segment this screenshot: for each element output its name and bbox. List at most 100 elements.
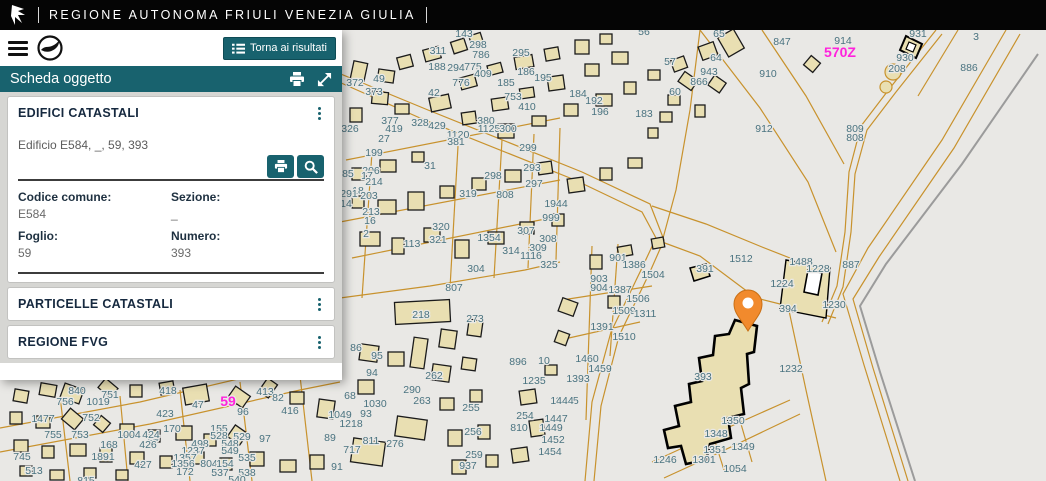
parcel-number-label: 418 [159,385,177,397]
back-button-label: Torna ai risultati [250,42,327,54]
parcel-number-label: 314 [502,245,520,257]
parcel-number-label: 94 [366,367,378,379]
cadastral-building [624,82,636,94]
parcel-number-label: 1348 [704,428,728,440]
parcel-number-label: 49 [373,73,385,85]
fvg-eagle-icon [8,4,28,26]
top-app-bar: REGIONE AUTONOMA FRIULI VENEZIA GIULIA [0,0,1046,30]
cadastral-building [567,177,585,193]
parcel-number-label: 304 [467,263,485,275]
parcel-number-label: 904 [590,282,608,294]
print-icon[interactable] [289,72,305,87]
parcel-number-label: 786 [472,49,490,61]
kebab-menu-icon[interactable] [315,297,324,312]
parcel-number-label: 326 [341,123,359,135]
cadastral-building [70,444,86,456]
cadastral-building [505,170,521,182]
cadastral-building [412,152,424,162]
parcel-number-label: 91 [331,461,343,473]
parcel-number-label: 185 [497,77,515,89]
parcel-number-label: 847 [773,36,791,48]
parcel-number-label: 293 [523,162,541,174]
print-icon [274,160,288,173]
parcel-number-label: 1891 [91,451,115,463]
card-particelle-catastali[interactable]: PARTICELLE CATASTALI [7,287,335,321]
parcel-number-label: 866 [690,76,708,88]
parcel-number-label: 1354 [477,232,501,244]
parcel-number-label: 68 [344,390,356,402]
parcel-number-label: 1349 [731,441,755,453]
result-print-button[interactable] [267,155,294,178]
section-title: PARTICELLE CATASTALI [18,297,173,311]
parcel-number-label: 113 [404,238,421,250]
app-title: REGIONE AUTONOMA FRIULI VENEZIA GIULIA [49,8,416,22]
parcel-number-label: 1350 [721,415,745,427]
sheet-code-label: 570Z [824,44,856,60]
parcel-number-label: 218 [412,309,430,321]
parcel-number-label: 168 [100,439,118,451]
fvg-circle-logo[interactable] [36,34,64,62]
kebab-menu-icon[interactable] [315,335,324,350]
parcel-number-label: 27 [378,133,390,145]
cadastral-building [350,108,362,122]
parcel-number-label: 776 [452,77,470,89]
parcel-number-label: 887 [842,259,860,271]
cadastral-building [628,158,642,168]
panel-toolbar: Torna ai risultati [0,30,342,66]
section-title: EDIFICI CATASTALI [18,106,139,120]
cadastral-building [600,168,612,180]
kebab-menu-icon[interactable] [315,106,324,121]
parcel-number-label: 31 [424,160,436,172]
panel-title: Scheda oggetto [10,71,112,87]
cadastral-building [511,447,529,463]
parcel-number-label: 393 [694,371,712,383]
parcel-number-label: 535 [238,452,256,464]
cadastral-building [461,357,477,371]
parcel-number-label: 1125 [478,123,501,135]
parcel-number-label: 1235 [522,375,546,387]
parcel-number-label: 86 [350,342,362,354]
cadastral-building [590,255,602,269]
parcel-number-label: 755 [44,429,62,441]
cadastral-building [408,192,424,210]
menu-hamburger-icon[interactable] [8,41,28,56]
parcel-number-label: 937 [459,460,477,472]
parcel-number-label: 416 [281,405,299,417]
parcel-number-label: 1301 [692,454,716,466]
parcel-number-label: 255 [462,402,480,414]
card-regione-fvg[interactable]: REGIONE FVG [7,325,335,359]
map-roundabout [880,81,892,93]
cadastral-building [39,383,57,398]
parcel-number-label: 1228 [806,263,830,275]
parcel-number-label: 294 [447,62,465,74]
parcel-number-label: 183 [635,108,653,120]
back-to-results-button[interactable]: Torna ai risultati [223,37,336,60]
cadastral-building [440,398,454,410]
cadastral-building [470,390,482,402]
cadastral-building [10,412,22,424]
parcel-number-label: 1019 [86,396,110,408]
parcel-number-label: 1391 [590,321,614,333]
parcel-number-label: 1504 [641,269,665,281]
parcel-number-label: 297 [525,178,543,190]
parcel-number-label: 276 [386,438,404,450]
parcel-number-label: 1459 [588,363,612,375]
parcel-number-label: 298 [484,170,502,182]
parcel-number-label: 186 [517,66,535,78]
parcel-number-label: 1506 [626,293,650,305]
parcel-number-label: 1230 [822,299,846,311]
expand-icon[interactable] [317,72,332,87]
cadastral-building [130,385,142,397]
fields-underline [18,272,324,274]
marker-pin-dot [743,298,754,309]
parcel-number-label: 89 [324,432,336,444]
parcel-number-label: 896 [509,356,527,368]
parcel-number-label: 1004 [117,429,141,441]
parcel-number-label: 188 [428,61,446,73]
parcel-number-label: 426 [139,439,157,451]
parcel-number-label: 999 [542,212,560,224]
parcel-number-label: 196 [591,106,609,118]
result-zoom-button[interactable] [297,155,324,178]
parcel-number-label: 427 [134,459,152,471]
parcel-number-label: 912 [755,123,773,135]
